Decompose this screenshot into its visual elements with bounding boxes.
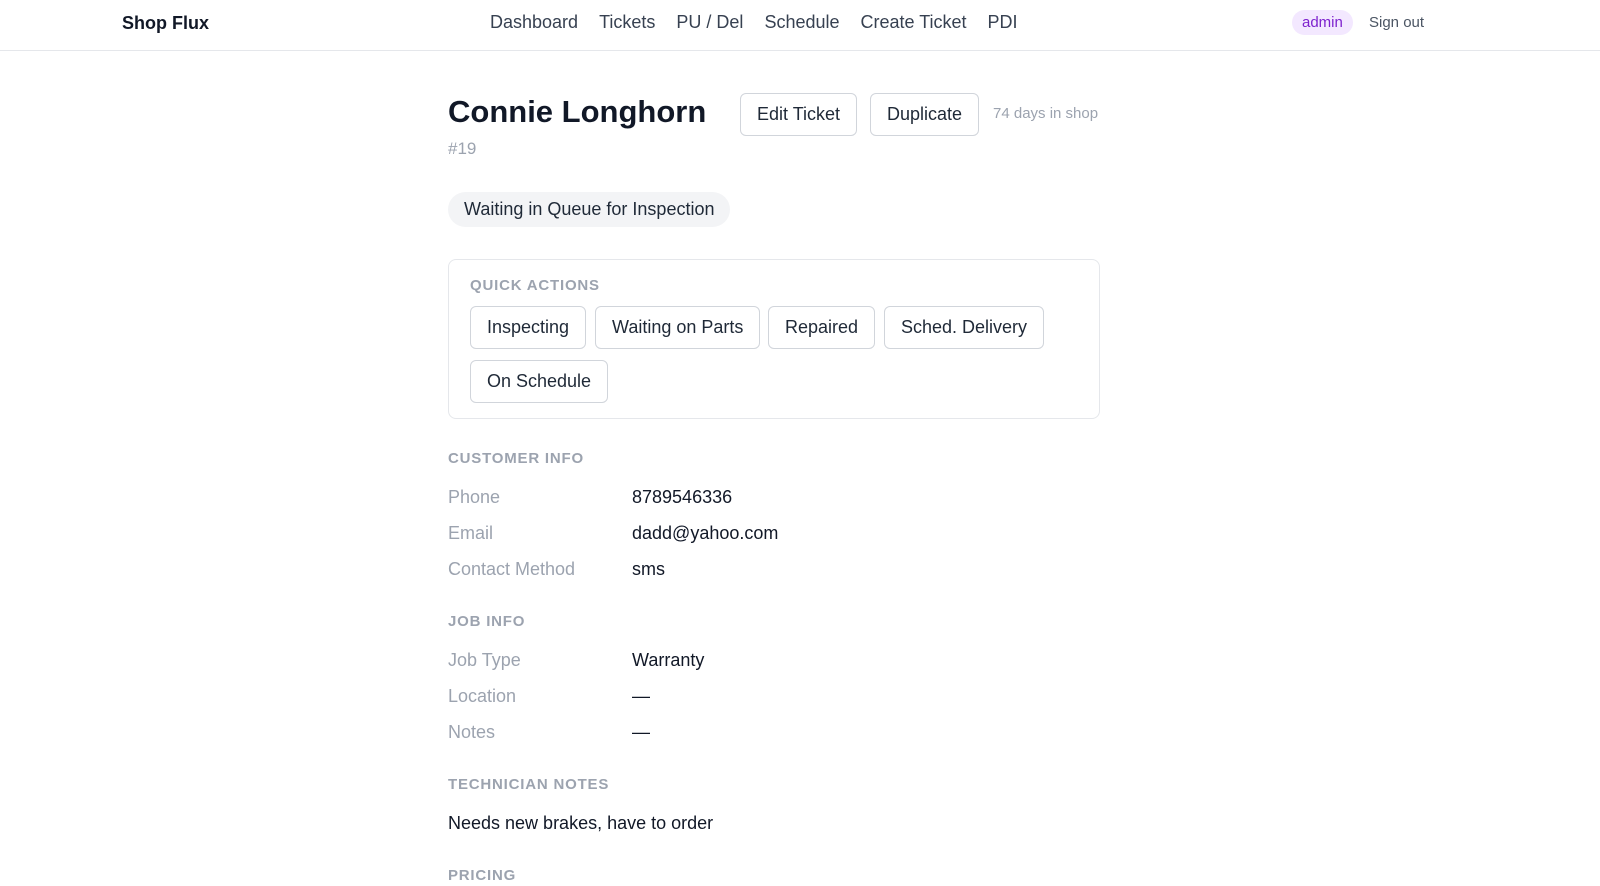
job-type-value: Warranty [632,650,705,670]
phone-label: Phone [448,487,501,507]
email-value: dadd@yahoo.com [632,523,779,543]
quick-actions-panel: QUICK ACTIONS Inspecting Waiting on Part… [448,259,1100,419]
customer-info-title: CUSTOMER INFO [448,450,584,467]
action-on-schedule-button[interactable]: On Schedule [470,360,609,403]
main-nav: Dashboard Tickets PU / Del Schedule Crea… [490,11,1018,33]
action-waiting-on-parts-button[interactable]: Waiting on Parts [595,306,761,349]
days-in-shop: 74 days in shop [993,105,1099,122]
nav-dashboard[interactable]: Dashboard [490,11,578,33]
nav-schedule[interactable]: Schedule [764,11,839,33]
pricing-title: PRICING [448,867,517,884]
sign-out-link[interactable]: Sign out [1369,13,1424,33]
edit-ticket-button[interactable]: Edit Ticket [740,93,858,136]
nav-create-ticket[interactable]: Create Ticket [861,11,967,33]
ticket-number: #19 [448,139,477,158]
nav-pickup-delivery[interactable]: PU / Del [676,11,743,33]
status-badge: Waiting in Queue for Inspection [448,192,731,227]
nav-pdi[interactable]: PDI [988,11,1018,33]
contact-method-value: sms [632,559,665,579]
location-label: Location [448,686,517,706]
role-badge: admin [1292,10,1353,35]
duplicate-button[interactable]: Duplicate [870,93,980,136]
technician-notes-text: Needs new brakes, have to order [448,813,714,833]
nav-tickets[interactable]: Tickets [599,11,655,33]
phone-value: 8789546336 [632,487,733,507]
quick-actions-title: QUICK ACTIONS [470,277,600,294]
email-label: Email [448,523,494,543]
action-repaired-button[interactable]: Repaired [768,306,876,349]
top-navbar: Shop Flux Dashboard Tickets PU / Del Sch… [0,0,1600,51]
technician-notes-title: TECHNICIAN NOTES [448,776,610,793]
brand-logo[interactable]: Shop Flux [122,12,209,34]
action-sched-delivery-button[interactable]: Sched. Delivery [884,306,1045,349]
job-info-title: JOB INFO [448,613,526,630]
job-type-label: Job Type [448,650,521,670]
notes-label: Notes [448,722,496,742]
location-value: — [632,686,650,706]
action-inspecting-button[interactable]: Inspecting [470,306,587,349]
notes-value: — [632,722,650,742]
contact-method-label: Contact Method [448,559,576,579]
page-title: Connie Longhorn [448,94,707,129]
